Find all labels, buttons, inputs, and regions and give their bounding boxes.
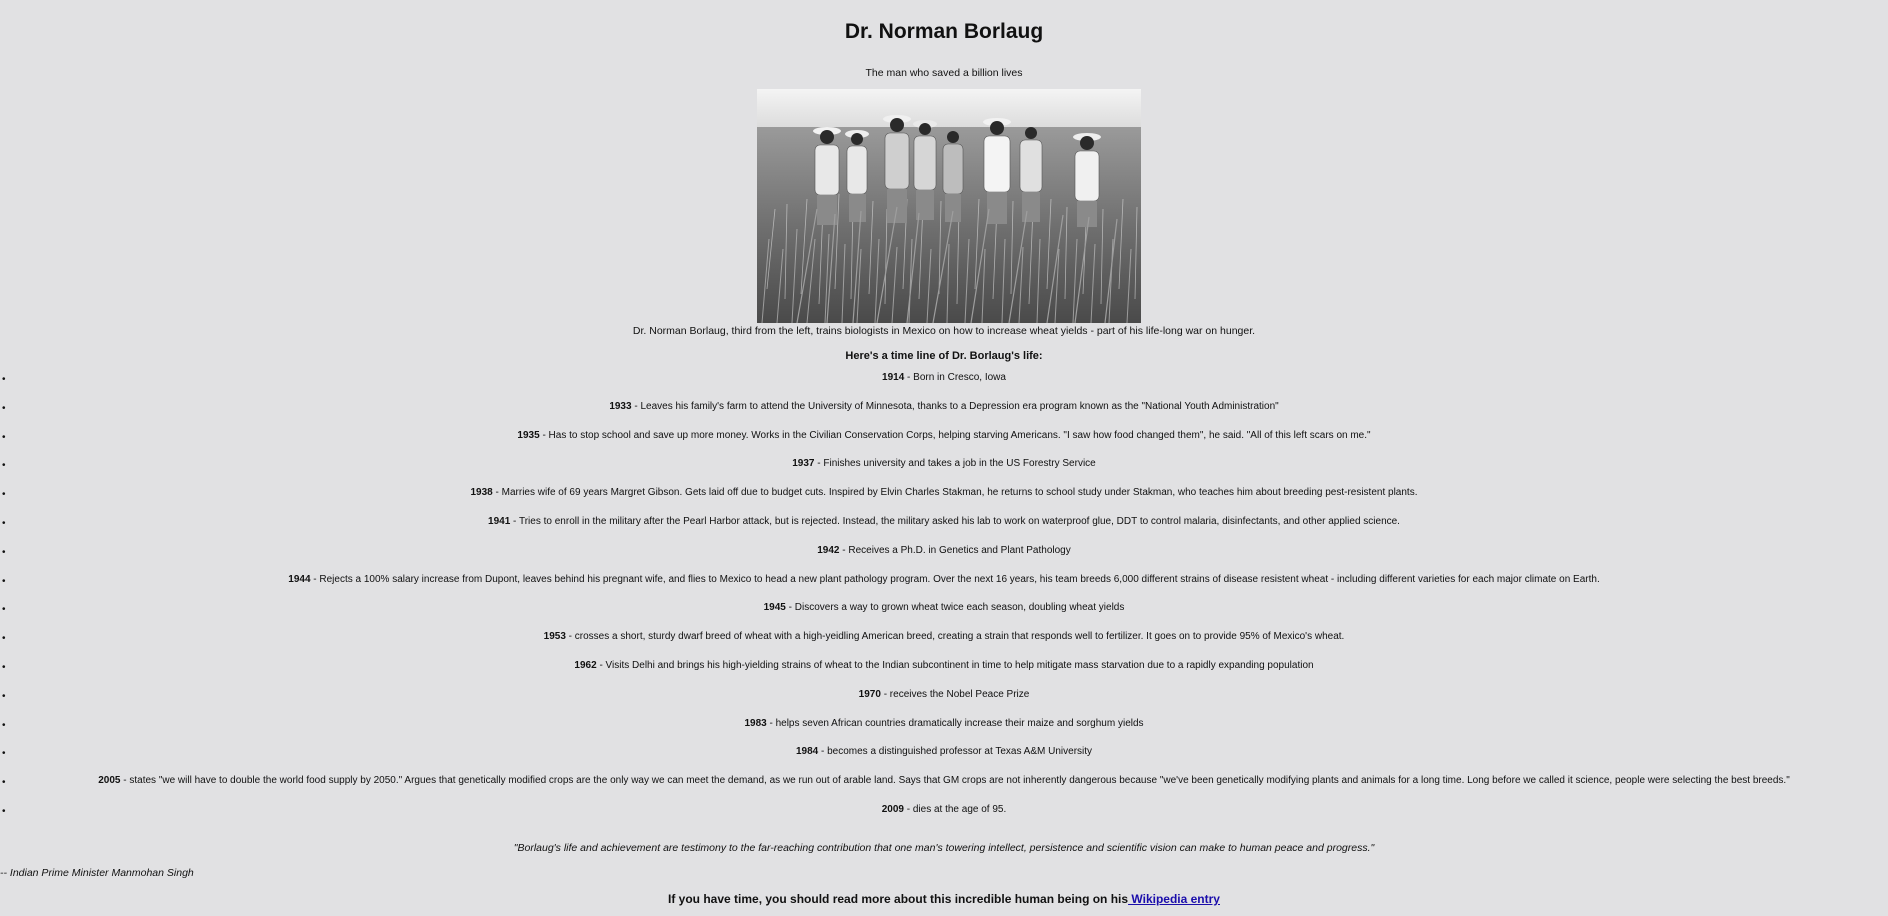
timeline-year: 1914 — [882, 372, 905, 383]
timeline-list: • 1914 - Born in Cresco, Iowa • 1933 - Leav… — [0, 371, 1888, 832]
timeline-year: 1953 — [543, 631, 566, 643]
bullet-icon: • — [2, 633, 6, 645]
bullet-icon: • — [2, 719, 6, 731]
timeline-item: • 1953 - crosses a short, sturdy dwarf br… — [0, 630, 1888, 659]
timeline-text: - Born in Cresco, Iowa — [904, 372, 1006, 383]
timeline-text: - Discovers a way to grown wheat twice e… — [785, 602, 1125, 614]
timeline-year: 1941 — [488, 515, 511, 527]
quote-attribution: -- Indian Prime Minister Manmohan Singh — [0, 867, 194, 879]
bullet-icon: • — [2, 402, 6, 414]
timeline-item: • 1983 - helps seven African countries dr… — [0, 717, 1888, 746]
timeline-text: - crosses a short, sturdy dwarf breed of… — [565, 631, 1345, 643]
footer-text: If you have time, you should read more a… — [668, 892, 1129, 906]
bullet-icon: • — [2, 604, 6, 616]
timeline-text: - Leaves his family's farm to attend the… — [631, 400, 1279, 412]
timeline-heading: Here's a time line of Dr. Borlaug's life… — [845, 350, 1043, 362]
timeline-text: - states "we will have to double the wor… — [120, 775, 1790, 787]
bullet-icon: • — [2, 489, 6, 501]
timeline-year: 1942 — [817, 544, 840, 556]
timeline-text: - Receives a Ph.D. in Genetics and Plant… — [839, 544, 1071, 556]
timeline-year: 1933 — [609, 400, 632, 412]
timeline-text: - Rejects a 100% salary increase from Du… — [310, 573, 1600, 585]
bullet-icon: • — [2, 805, 6, 817]
timeline-text: - receives the Nobel Peace Prize — [880, 688, 1030, 700]
timeline-item: • 1935 - Has to stop school and save up m… — [0, 429, 1888, 458]
timeline-year: 1962 — [574, 659, 597, 671]
timeline-text: - Marries wife of 69 years Margret Gibso… — [492, 487, 1418, 499]
timeline-year: 2005 — [98, 775, 121, 787]
timeline-text: - becomes a distinguished professor at T… — [818, 746, 1093, 758]
timeline-item: • 1914 - Born in Cresco, Iowa — [0, 371, 1888, 400]
timeline-item: • 1933 - Leaves his family's farm to atte… — [0, 400, 1888, 429]
bullet-icon: • — [2, 777, 6, 789]
bullet-icon: • — [2, 690, 6, 702]
wikipedia-link[interactable]: Wikipedia entry — [1128, 892, 1220, 906]
timeline-item: • 1937 - Finishes university and takes a … — [0, 457, 1888, 486]
bullet-icon: • — [2, 517, 6, 529]
timeline-text: - Has to stop school and save up more mo… — [539, 429, 1371, 441]
page-title: Dr. Norman Borlaug — [844, 20, 1044, 43]
footer-note: If you have time, you should read more a… — [0, 892, 1888, 907]
timeline-item: • 1945 - Discovers a way to grown wheat t… — [0, 601, 1888, 630]
timeline-text: - Visits Delhi and brings his high-yield… — [596, 659, 1314, 671]
timeline-year: 1983 — [744, 717, 767, 729]
bullet-icon: • — [2, 748, 6, 760]
timeline-year: 2009 — [881, 803, 904, 815]
timeline-year: 1944 — [288, 573, 311, 585]
timeline-item: • 1942 - Receives a Ph.D. in Genetics and… — [0, 544, 1888, 573]
timeline-item: • 2009 - dies at the age of 95. — [0, 803, 1888, 832]
bullet-icon: • — [2, 431, 6, 443]
bullet-icon: • — [2, 374, 6, 385]
bullet-icon: • — [2, 575, 6, 587]
timeline-text: - Finishes university and takes a job in… — [814, 458, 1096, 470]
timeline-item: • 2005 - states "we will have to double t… — [0, 774, 1888, 803]
bullet-icon: • — [2, 546, 6, 558]
timeline-item: • 1941 - Tries to enroll in the military … — [0, 515, 1888, 544]
timeline-year: 1970 — [858, 688, 881, 700]
timeline-year: 1984 — [795, 746, 819, 758]
singh-quote: "Borlaug's life and achievement are test… — [513, 842, 1375, 854]
timeline-item: • 1944 - Rejects a 100% salary increase f… — [0, 573, 1888, 602]
timeline-text: - helps seven African countries dramatic… — [766, 717, 1144, 729]
timeline-item: • 1938 - Marries wife of 69 years Margret… — [0, 486, 1888, 515]
timeline-year: 1938 — [470, 487, 493, 499]
timeline-item: • 1984 - becomes a distinguished professo… — [0, 745, 1888, 774]
timeline-text: - Tries to enroll in the military after … — [510, 515, 1400, 527]
bullet-icon: • — [2, 460, 6, 472]
timeline-item: • 1970 - receives the Nobel Peace Prize — [0, 688, 1888, 717]
bullet-icon: • — [2, 661, 6, 673]
timeline-text: - dies at the age of 95. — [903, 803, 1007, 815]
page-subtitle: The man who saved a billion lives — [865, 67, 1023, 79]
timeline-year: 1937 — [792, 458, 815, 470]
timeline-item: • 1962 - Visits Delhi and brings his high… — [0, 659, 1888, 688]
photo-caption: Dr. Norman Borlaug, third from the left,… — [632, 325, 1256, 337]
timeline-year: 1945 — [763, 602, 786, 614]
timeline-year: 1935 — [517, 429, 540, 441]
field-photo — [757, 89, 1141, 323]
